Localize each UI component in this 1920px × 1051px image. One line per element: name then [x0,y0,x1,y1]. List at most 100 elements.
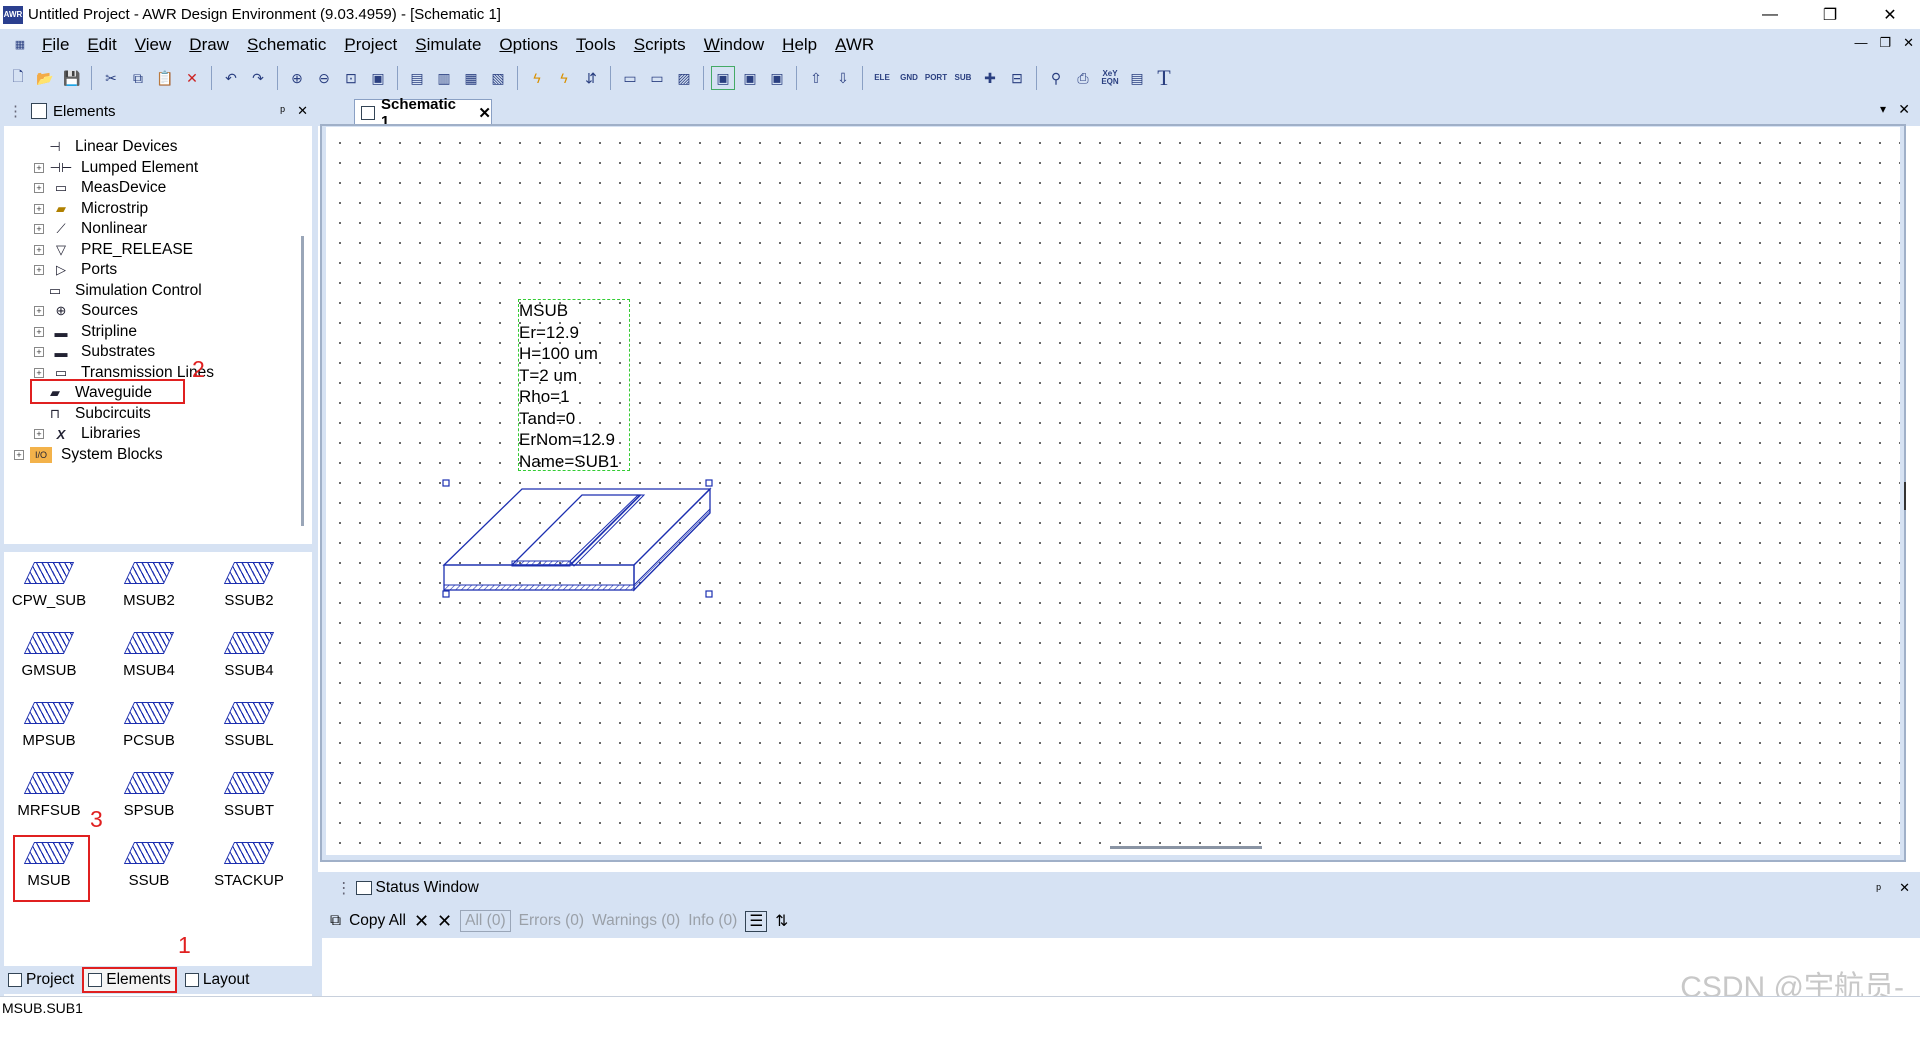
restore-button[interactable]: ❐ [1800,0,1860,29]
tab-layout[interactable]: Layout [181,969,254,991]
menu-help[interactable]: Help [772,35,825,55]
mdi-restore-icon[interactable]: ❐ [1879,35,1891,51]
connect-icon[interactable]: ⚲ [1044,66,1068,90]
menu-schematic[interactable]: Schematic [237,35,334,55]
pin-icon[interactable]: ᵖ [280,103,285,119]
new-schematic-icon[interactable]: ▣ [366,66,390,90]
substrate-block-icon [123,842,175,864]
menu-view[interactable]: View [125,35,180,55]
text-tool-icon[interactable]: T [1152,65,1176,90]
status-close-icon[interactable]: ✕ [1899,880,1910,896]
filter-errors-button[interactable]: Errors (0) [519,912,584,930]
sort-icon[interactable]: ⇅ [775,912,788,931]
panel-close-icon[interactable]: ✕ [297,103,308,119]
menu-tools[interactable]: Tools [566,35,624,55]
tab-schematic-1[interactable]: Schematic 1 ✕ [354,96,492,130]
menu-scripts[interactable]: Scripts [624,35,694,55]
tune-icon[interactable]: ϟ [552,66,576,90]
analyze-icon[interactable]: ϟ [525,66,549,90]
add-graph-icon[interactable]: ▤ [405,66,429,90]
properties-icon[interactable]: ▧ [486,66,510,90]
palette-item-ssub2[interactable]: SSUB2 [204,552,294,622]
palette-item-ssubl[interactable]: SSUBL [204,692,294,762]
close-button[interactable]: ✕ [1860,0,1920,29]
filter-all-button[interactable]: All (0) [460,910,511,932]
horizontal-scrollbar[interactable] [1110,846,1262,849]
delete-icon[interactable]: ✕ [180,66,204,90]
open-icon[interactable]: 📂 [33,66,57,90]
down-hierarchy-icon[interactable]: ⇩ [831,66,855,90]
vertical-scroll-marker[interactable] [1904,482,1906,510]
menu-file[interactable]: File [32,35,77,55]
view-3d-icon[interactable]: ▣ [765,66,789,90]
view-layout-icon[interactable]: ▣ [738,66,762,90]
tab-elements[interactable]: Elements [82,967,177,993]
menu-project[interactable]: Project [334,35,405,55]
clear-all-icon[interactable]: ✕ [437,911,452,932]
tree-item-system-blocks[interactable]: + I/O System Blocks [14,443,163,467]
zoom-in-icon[interactable]: ⊕ [285,66,309,90]
print-icon[interactable]: ⎙ [1071,66,1095,90]
equation-icon[interactable]: ▭ [645,66,669,90]
wire-icon[interactable]: ✚ [978,66,1002,90]
substrate-icon[interactable]: SUB [951,66,975,90]
layout-icon[interactable]: ▨ [672,66,696,90]
equation-tool-icon[interactable]: XeY EQN [1098,66,1122,90]
tab-close-icon[interactable]: ✕ [478,104,491,122]
filter-info-button[interactable]: Info (0) [688,912,737,930]
copy-all-button[interactable]: Copy All [349,912,406,930]
palette-item-spsub[interactable]: SPSUB [104,762,194,832]
variable-browser-icon[interactable]: ▭ [618,66,642,90]
palette-item-msub4[interactable]: MSUB4 [104,622,194,692]
palette-item-ssub[interactable]: SSUB [104,832,194,902]
element-icon[interactable]: ELE [870,66,894,90]
library-icon: X [56,426,66,442]
tune-tool-icon[interactable]: ⇵ [579,66,603,90]
filter-warnings-button[interactable]: Warnings (0) [592,912,680,930]
add-annotation-icon[interactable]: ▦ [459,66,483,90]
palette-item-pcsub[interactable]: PCSUB [104,692,194,762]
palette-item-mpsub[interactable]: MPSUB [4,692,94,762]
add-measurement-icon[interactable]: ▥ [432,66,456,90]
minimize-button[interactable]: — [1740,0,1800,29]
port-icon[interactable]: PORT [924,66,948,90]
palette-item-ssubt[interactable]: SSUBT [204,762,294,832]
menu-draw[interactable]: Draw [179,35,237,55]
redo-icon[interactable]: ↷ [246,66,270,90]
menu-simulate[interactable]: Simulate [405,35,489,55]
save-icon[interactable]: 💾 [60,66,84,90]
tab-list-icon[interactable]: ▾ [1880,102,1886,116]
msub-substrate-symbol[interactable] [440,475,720,601]
paste-icon[interactable]: 📋 [153,66,177,90]
tree-scrollbar[interactable] [301,236,304,526]
grid-icon[interactable]: ▤ [1125,66,1149,90]
palette-item-stackup[interactable]: STACKUP [204,832,294,902]
palette-item-msub2[interactable]: MSUB2 [104,552,194,622]
subcircuit-icon[interactable]: ⊟ [1005,66,1029,90]
copy-icon[interactable]: ⧉ [126,66,150,90]
new-icon[interactable]: 🗋 [6,66,30,90]
zoom-out-icon[interactable]: ⊖ [312,66,336,90]
mdi-close-icon[interactable]: ✕ [1903,35,1914,51]
list-view-icon[interactable]: ☰ [745,910,768,932]
status-pin-icon[interactable]: ᵖ [1876,881,1881,896]
palette-item-gmsub[interactable]: GMSUB [4,622,94,692]
mdi-minimize-icon[interactable]: — [1854,35,1867,51]
undo-icon[interactable]: ↶ [219,66,243,90]
clear-icon[interactable]: ✕ [414,911,429,932]
palette-item-ssub4[interactable]: SSUB4 [204,622,294,692]
menu-options[interactable]: Options [489,35,566,55]
zoom-fit-icon[interactable]: ⊡ [339,66,363,90]
view-schematic-icon[interactable]: ▣ [711,66,735,90]
menu-awr[interactable]: AWR [825,35,882,55]
palette-item-cpw-sub[interactable]: CPW_SUB [4,552,94,622]
up-hierarchy-icon[interactable]: ⇧ [804,66,828,90]
menu-edit[interactable]: Edit [77,35,124,55]
cut-icon[interactable]: ✂ [99,66,123,90]
doc-close-icon[interactable]: ✕ [1898,101,1910,118]
palette-item-mrfsub[interactable]: MRFSUB [4,762,94,832]
menu-window[interactable]: Window [694,35,772,55]
ground-icon[interactable]: GND [897,66,921,90]
msub-parameters[interactable]: MSUB Er=12.9 H=100 um T=2 um Rho=1 Tand=… [519,300,619,472]
tab-project[interactable]: Project [4,969,78,991]
